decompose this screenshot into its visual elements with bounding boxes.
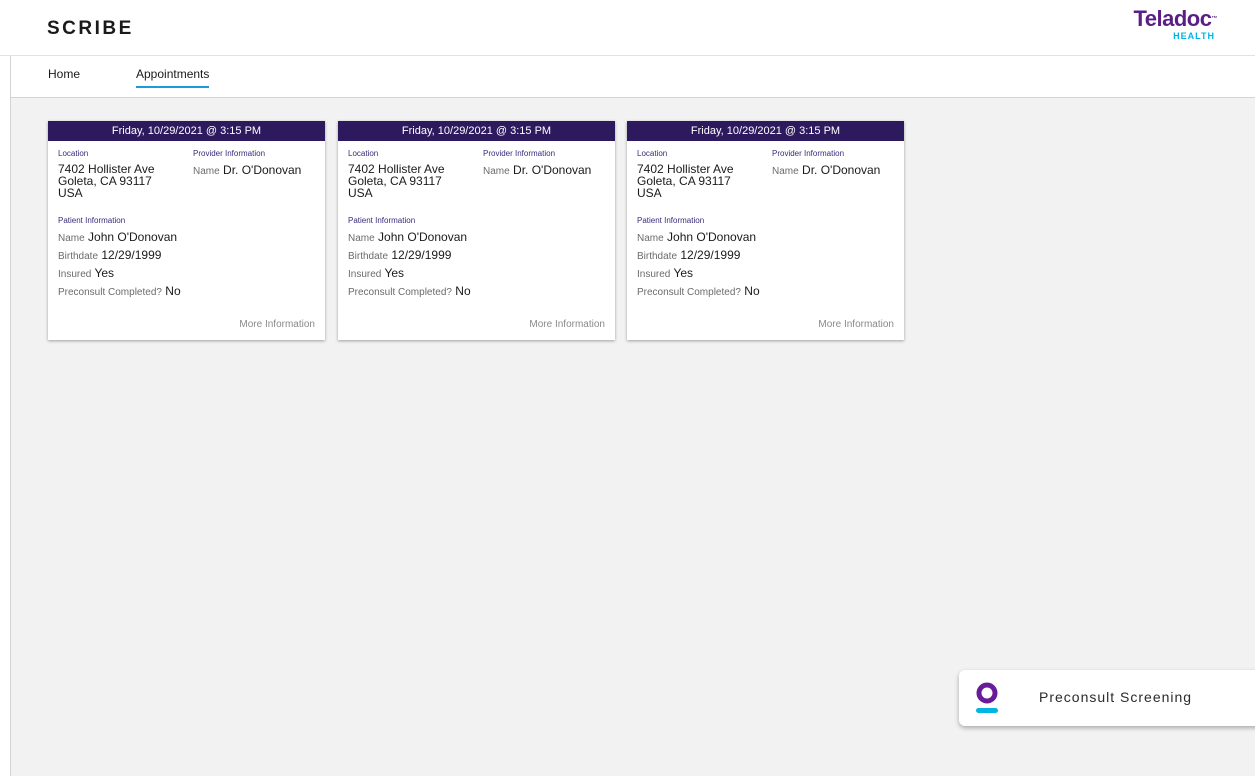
patient-name-field: Name John O'Donovan: [637, 230, 756, 244]
insured-value: Yes: [94, 266, 115, 280]
more-information-link[interactable]: More Information: [239, 319, 315, 330]
teladoc-person-icon: [976, 682, 998, 713]
provider-name-label: Name: [193, 166, 220, 177]
nav-bar: Home Appointments: [10, 56, 1255, 98]
provider-info-label: Provider Information: [772, 149, 845, 158]
preconsult-screening-button[interactable]: Preconsult Screening: [959, 670, 1255, 726]
patient-info-label: Patient Information: [58, 216, 126, 225]
location-label: Location: [637, 149, 668, 158]
insured-label: Insured: [348, 269, 382, 280]
card-date: Friday, 10/29/2021 @ 3:15 PM: [338, 121, 615, 141]
provider-info-label: Provider Information: [483, 149, 556, 158]
patient-info-label: Patient Information: [348, 216, 416, 225]
address-line-3: USA: [58, 186, 83, 200]
birthdate-field: Birthdate 12/29/1999: [58, 248, 161, 262]
insured-field: Insured Yes: [58, 266, 114, 280]
preconsult-value: No: [744, 284, 760, 298]
nav-appointments[interactable]: Appointments: [136, 67, 210, 88]
birthdate-label: Birthdate: [348, 251, 389, 262]
appointment-card: Friday, 10/29/2021 @ 3:15 PM Location Pr…: [338, 121, 615, 340]
preconsult-value: No: [165, 284, 181, 298]
location-address: 7402 Hollister Ave Goleta, CA 93117 USA: [58, 163, 155, 199]
provider-name-field: Name Dr. O'Donovan: [772, 163, 880, 177]
preconsult-field: Preconsult Completed? No: [637, 284, 760, 298]
teladoc-logo: Teladoc™ HEALTH: [1133, 6, 1218, 42]
provider-name: Dr. O'Donovan: [223, 163, 302, 177]
provider-name-label: Name: [483, 166, 510, 177]
birthdate-field: Birthdate 12/29/1999: [348, 248, 451, 262]
location-label: Location: [58, 149, 89, 158]
logo-wordmark: Teladoc: [1133, 6, 1212, 31]
nav-home[interactable]: Home: [48, 67, 80, 86]
patient-name-label: Name: [348, 233, 375, 244]
insured-field: Insured Yes: [348, 266, 404, 280]
patient-name-field: Name John O'Donovan: [58, 230, 177, 244]
patient-name: John O'Donovan: [88, 230, 178, 244]
birthdate-value: 12/29/1999: [680, 248, 741, 262]
address-line-3: USA: [348, 186, 373, 200]
insured-field: Insured Yes: [637, 266, 693, 280]
provider-name: Dr. O'Donovan: [513, 163, 592, 177]
logo-subtitle: HEALTH: [1173, 31, 1215, 41]
birthdate-value: 12/29/1999: [101, 248, 162, 262]
patient-name-label: Name: [637, 233, 664, 244]
patient-name: John O'Donovan: [667, 230, 757, 244]
birthdate-field: Birthdate 12/29/1999: [637, 248, 740, 262]
appointment-card: Friday, 10/29/2021 @ 3:15 PM Location Pr…: [48, 121, 325, 340]
address-line-3: USA: [637, 186, 662, 200]
provider-info-label: Provider Information: [193, 149, 266, 158]
app-brand: SCRIBE: [47, 18, 134, 39]
location-address: 7402 Hollister Ave Goleta, CA 93117 USA: [637, 163, 734, 199]
more-information-link[interactable]: More Information: [529, 319, 605, 330]
preconsult-screening-label: Preconsult Screening: [1039, 689, 1193, 705]
preconsult-field: Preconsult Completed? No: [58, 284, 181, 298]
birthdate-value: 12/29/1999: [391, 248, 452, 262]
card-date: Friday, 10/29/2021 @ 3:15 PM: [48, 121, 325, 141]
insured-label: Insured: [637, 269, 671, 280]
card-date: Friday, 10/29/2021 @ 3:15 PM: [627, 121, 904, 141]
more-information-link[interactable]: More Information: [818, 319, 894, 330]
preconsult-label: Preconsult Completed?: [348, 287, 452, 298]
appointment-card: Friday, 10/29/2021 @ 3:15 PM Location Pr…: [627, 121, 904, 340]
preconsult-label: Preconsult Completed?: [637, 287, 741, 298]
provider-name-label: Name: [772, 166, 799, 177]
preconsult-label: Preconsult Completed?: [58, 287, 162, 298]
provider-name: Dr. O'Donovan: [802, 163, 881, 177]
preconsult-field: Preconsult Completed? No: [348, 284, 471, 298]
patient-name-field: Name John O'Donovan: [348, 230, 467, 244]
insured-label: Insured: [58, 269, 92, 280]
birthdate-label: Birthdate: [58, 251, 99, 262]
insured-value: Yes: [384, 266, 405, 280]
provider-name-field: Name Dr. O'Donovan: [483, 163, 591, 177]
location-label: Location: [348, 149, 379, 158]
patient-name: John O'Donovan: [378, 230, 468, 244]
provider-name-field: Name Dr. O'Donovan: [193, 163, 301, 177]
patient-info-label: Patient Information: [637, 216, 705, 225]
insured-value: Yes: [673, 266, 694, 280]
location-address: 7402 Hollister Ave Goleta, CA 93117 USA: [348, 163, 445, 199]
birthdate-label: Birthdate: [637, 251, 678, 262]
patient-name-label: Name: [58, 233, 85, 244]
app-header: SCRIBE Teladoc™ HEALTH: [0, 0, 1255, 56]
logo-trademark: ™: [1211, 16, 1218, 22]
preconsult-value: No: [455, 284, 471, 298]
